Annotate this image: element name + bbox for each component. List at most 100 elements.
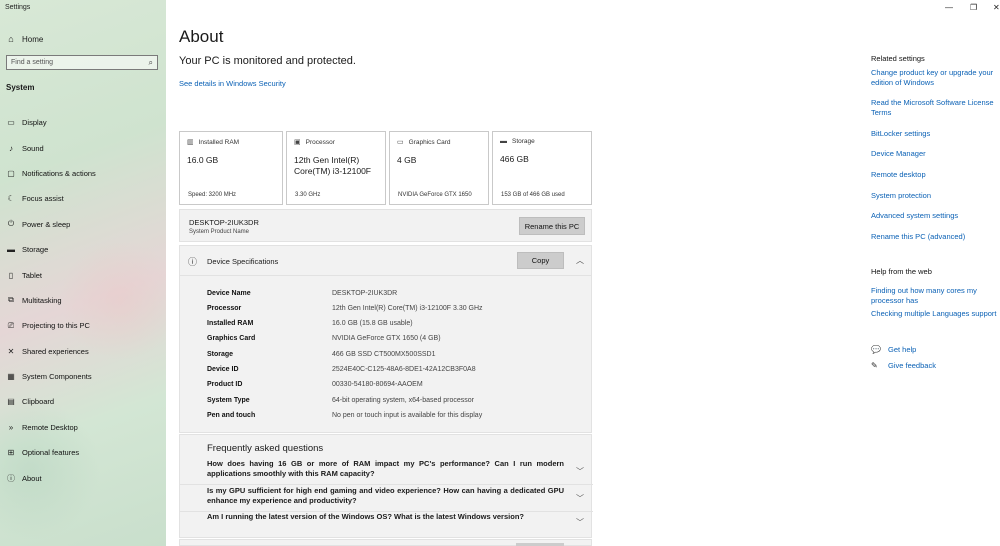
spec-value: NVIDIA GeForce GTX 1650 (4 GB) [332,335,441,342]
power-icon: ⏻ [7,219,15,229]
card-storage: ▬ Storage 466 GB 153 GB of 466 GB used [492,131,592,205]
help-link-cores[interactable]: Finding out how many cores my processor … [871,286,997,306]
storage-icon: ▬ [7,245,15,255]
sidebar-item-shared-experiences[interactable]: ✕ Shared experiences [0,339,166,364]
spec-key: Processor [207,305,242,312]
sidebar-item-sound[interactable]: ♪ Sound [0,135,166,160]
sidebar-item-label: System Components [22,372,92,382]
spec-row: Product ID 00330-54180-80694-AAOEM [207,377,423,392]
sidebar-item-optional-features[interactable]: ⊞ Optional features [0,440,166,465]
spec-row: Graphics Card NVIDIA GeForce GTX 1650 (4 … [207,331,441,346]
sidebar-item-focus-assist[interactable]: ☾ Focus assist [0,186,166,211]
faq-question: Am I running the latest version of the W… [207,512,524,521]
card-graphics: ▭ Graphics Card 4 GB NVIDIA GeForce GTX 1… [389,131,489,205]
remote-desktop-icon: » [8,422,14,432]
spec-value: 16.0 GB (15.8 GB usable) [332,320,413,327]
related-link-bitlocker[interactable]: BitLocker settings [871,129,997,139]
shared-experiences-icon: ✕ [7,346,15,356]
related-link-device-manager[interactable]: Device Manager [871,149,997,159]
spec-key: Product ID [207,381,243,388]
sidebar-item-label: Display [22,118,47,128]
sidebar-item-label: Multitasking [22,295,62,305]
spec-row: Storage 466 GB SSD CT500MX500SSD1 [207,347,436,362]
device-specifications-header[interactable]: ⓘ Device Specifications Copy ︿ [180,246,591,276]
sidebar-item-system-components[interactable]: ▦ System Components [0,364,166,389]
give-feedback-link[interactable]: ✎ Give feedback [871,361,936,370]
sound-icon: ♪ [9,143,13,153]
display-icon: ▭ [7,118,15,128]
related-link-advanced-system-settings[interactable]: Advanced system settings [871,211,997,221]
sidebar-nav: ▭ Display ♪ Sound ▢ Notifications & actions… [0,110,166,491]
window-title: Settings [5,4,31,11]
spec-row: Installed RAM 16.0 GB (15.8 GB usable) [207,316,413,331]
get-help-link[interactable]: 💬 Get help [871,345,916,354]
card-header: Storage [512,138,535,145]
minimize-button[interactable]: — [945,3,953,12]
optional-features-icon: ⊞ [7,448,15,458]
sidebar-item-label: Remote Desktop [22,422,78,432]
spec-value: 12th Gen Intel(R) Core(TM) i3-12100F 3.3… [332,305,483,312]
chevron-down-icon[interactable]: ﹀ [576,466,584,477]
get-help-icon: 💬 [871,345,881,354]
chevron-down-icon[interactable]: ﹀ [576,493,584,504]
faq-item[interactable]: Is my GPU sufficient for high end gaming… [180,486,593,512]
card-header: Graphics Card [408,138,451,146]
search-placeholder: Find a setting [11,59,54,66]
faq-panel: Frequently asked questions How does havi… [179,434,593,538]
copy-button[interactable]: Copy [517,252,564,269]
related-link-system-protection[interactable]: System protection [871,191,997,201]
sidebar-home[interactable]: ⌂ Home [6,32,43,46]
faq-item[interactable]: How does having 16 GB or more of RAM imp… [180,459,593,485]
card-subtext: 3.30 GHz [295,192,321,198]
card-subtext: 153 GB of 466 GB used [501,192,565,198]
page-title: About [179,27,224,46]
sidebar-item-label: Shared experiences [22,346,89,356]
sidebar-item-tablet[interactable]: ▯ Tablet [0,262,166,287]
storage-drive-icon: ▬ [500,138,507,145]
next-panel-edge [179,539,592,546]
restore-button[interactable]: ❐ [970,3,977,12]
related-link-license-terms[interactable]: Read the Microsoft Software License Term… [871,98,997,118]
sidebar-item-multitasking[interactable]: ⧉ Multitasking [0,288,166,313]
faq-question: How does having 16 GB or more of RAM imp… [207,459,564,478]
search-input[interactable]: Find a setting ⌕ [6,55,158,70]
faq-question: Is my GPU sufficient for high end gaming… [207,486,564,505]
security-details-link[interactable]: See details in Windows Security [179,79,286,88]
info-icon: ⓘ [188,257,198,267]
graphics-card-icon: ▭ [397,139,404,146]
device-specifications-title: Device Specifications [207,257,279,266]
search-icon[interactable]: ⌕ [149,58,153,68]
faq-item[interactable]: Am I running the latest version of the W… [180,512,593,538]
sidebar-item-remote-desktop[interactable]: » Remote Desktop [0,415,166,440]
spec-key: Pen and touch [207,412,256,419]
sidebar-item-about[interactable]: ⓘ About [0,465,166,490]
close-button[interactable]: ✕ [993,3,1000,12]
pc-name-bar: DESKTOP-2IUK3DR System Product Name Rena… [179,209,592,242]
sidebar-item-display[interactable]: ▭ Display [0,110,166,135]
spec-value: 64-bit operating system, x64-based proce… [332,397,475,404]
card-subtext: NVIDIA GeForce GTX 1650 [398,192,472,198]
help-link-languages[interactable]: Checking multiple Languages support [871,309,997,319]
chevron-up-icon[interactable]: ︿ [576,255,584,266]
spec-key: Installed RAM [207,320,254,327]
sidebar-item-label: Projecting to this PC [22,321,90,331]
related-settings-title: Related settings [871,54,925,63]
card-processor: ▣ Processor 12th Gen Intel(R) Core(TM) i3… [286,131,386,205]
sidebar-item-label: Focus assist [22,194,64,204]
sidebar-item-storage[interactable]: ▬ Storage [0,237,166,262]
related-link-remote-desktop[interactable]: Remote desktop [871,170,997,180]
sidebar-item-notifications[interactable]: ▢ Notifications & actions [0,161,166,186]
related-link-product-key[interactable]: Change product key or upgrade your editi… [871,68,997,88]
rename-pc-button[interactable]: Rename this PC [519,217,585,235]
sidebar-item-label: Clipboard [22,397,55,407]
related-link-rename-pc-advanced[interactable]: Rename this PC (advanced) [871,232,997,242]
card-header: Installed RAM [198,138,240,146]
focus-assist-icon: ☾ [7,194,15,204]
tablet-icon: ▯ [8,270,14,280]
chevron-down-icon[interactable]: ﹀ [576,517,584,528]
sidebar-item-clipboard[interactable]: ▤ Clipboard [0,389,166,414]
clipboard-icon: ▤ [7,397,15,407]
sidebar-item-projecting[interactable]: ⎚ Projecting to this PC [0,313,166,338]
sidebar-item-label: Power & sleep [22,219,71,229]
sidebar-item-power[interactable]: ⏻ Power & sleep [0,212,166,237]
